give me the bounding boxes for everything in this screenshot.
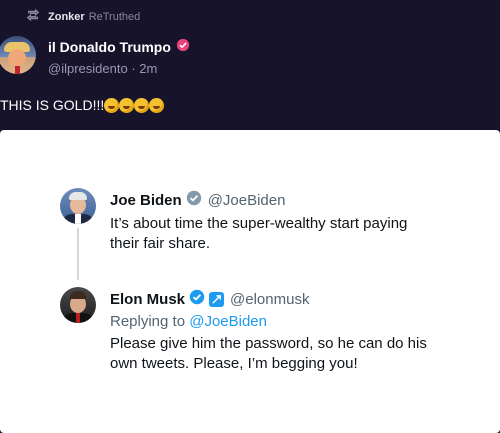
tweet-author-handle[interactable]: @JoeBiden: [208, 192, 286, 209]
tweet-musk[interactable]: Elon Musk @elonmusk Replying to @JoeBide…: [60, 287, 440, 374]
meta-separator: ·: [131, 61, 136, 76]
verified-badge-icon: [185, 289, 205, 309]
tweet-text: It’s about time the super-wealthy start …: [110, 215, 408, 252]
rolling-on-floor-laughing-icon: [149, 97, 165, 113]
verified-badge-icon: [182, 190, 202, 210]
tweet-author-name[interactable]: Elon Musk: [110, 291, 185, 308]
rolling-on-floor-laughing-icon: [134, 97, 150, 113]
tweet-text: Please give him the password, so he can …: [110, 335, 427, 372]
tweet-author-handle[interactable]: @elonmusk: [230, 291, 309, 308]
retruth-header: Zonker ReTruthed: [26, 8, 140, 25]
post-text: THIS IS GOLD!!!: [0, 97, 105, 113]
replying-to: Replying to @JoeBiden: [110, 313, 440, 330]
post-body: THIS IS GOLD!!!: [0, 97, 165, 113]
replying-prefix: Replying to: [110, 313, 186, 330]
tweet-author-name[interactable]: Joe Biden: [110, 192, 182, 209]
post-author: il Donaldo Trumpo @ilpresidento · 2m: [0, 36, 190, 76]
retruth-user[interactable]: Zonker: [48, 11, 85, 23]
author-handle[interactable]: @ilpresidento: [48, 61, 128, 76]
author-avatar[interactable]: [0, 36, 36, 74]
tweet-biden[interactable]: Joe Biden @JoeBiden It’s about time the …: [60, 188, 440, 254]
thread-connector: [77, 228, 79, 280]
verified-badge-icon: [171, 38, 190, 55]
musk-avatar[interactable]: [60, 287, 96, 323]
post-time[interactable]: 2m: [139, 61, 157, 76]
rolling-on-floor-laughing-icon: [119, 97, 135, 113]
quoted-screenshot-card[interactable]: Joe Biden @JoeBiden It’s about time the …: [0, 130, 500, 433]
retruth-label: ReTruthed: [88, 10, 141, 23]
loudly-crying-face-icon: [104, 97, 120, 113]
affiliation-badge-icon: [209, 291, 225, 307]
replying-to-link[interactable]: @JoeBiden: [189, 313, 267, 330]
biden-avatar[interactable]: [60, 188, 96, 224]
author-display-name[interactable]: il Donaldo Trumpo: [48, 39, 171, 55]
retruth-icon: [26, 8, 48, 25]
